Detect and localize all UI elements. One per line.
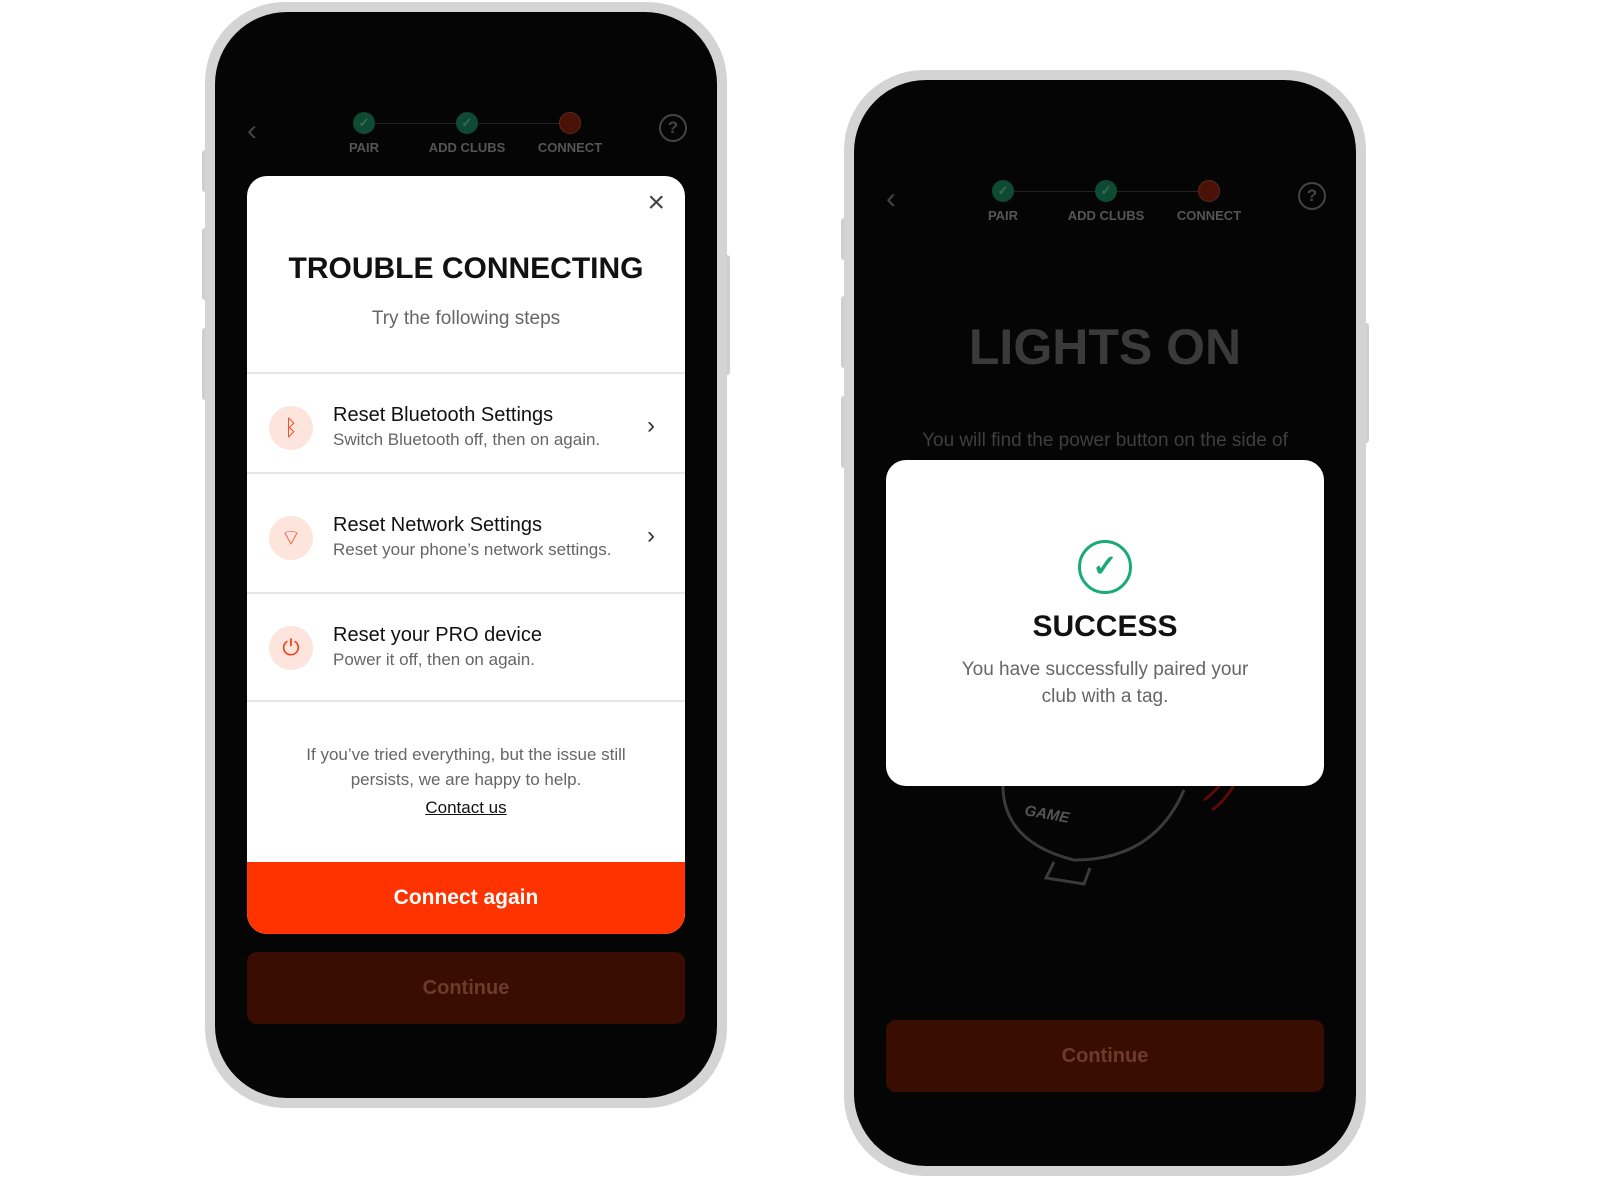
step-pair: ✓ PAIR xyxy=(304,112,424,155)
trouble-modal: × TROUBLE CONNECTING Try the following s… xyxy=(247,176,685,934)
help-icon[interactable]: ? xyxy=(1298,182,1326,210)
step-add-clubs: ✓ ADD CLUBS xyxy=(407,112,527,155)
chevron-right-icon: › xyxy=(647,412,655,439)
modal-subtitle: Try the following steps xyxy=(371,308,561,329)
step-pair: ✓ PAIR xyxy=(943,180,1063,223)
success-message: You have successfully paired your club w… xyxy=(961,659,1249,707)
top-bar: ‹ ✓ PAIR ✓ ADD CLUBS CONNECT ? xyxy=(215,102,717,172)
page-heading: LIGHTS ON xyxy=(968,319,1242,375)
connect-again-button[interactable]: Connect again xyxy=(247,862,685,934)
step-label: PAIR xyxy=(987,208,1019,223)
bluetooth-icon: ᛒ xyxy=(269,406,313,450)
top-bar: ‹ ✓ PAIR ✓ ADD CLUBS CONNECT ? xyxy=(854,170,1356,240)
modal-title: TROUBLE CONNECTING xyxy=(288,252,644,285)
check-icon: ✓ xyxy=(1095,180,1117,202)
item-title: Reset Bluetooth Settings xyxy=(333,404,554,426)
check-icon: ✓ xyxy=(992,180,1014,202)
check-icon: ✓ xyxy=(456,112,478,134)
step-add-clubs: ✓ ADD CLUBS xyxy=(1046,180,1166,223)
step-label: ADD CLUBS xyxy=(428,140,506,155)
list-item-bluetooth[interactable]: ᛒ Reset Bluetooth Settings Switch Blueto… xyxy=(247,372,685,472)
power-icon: ⏻ xyxy=(269,626,313,670)
step-connect: CONNECT xyxy=(1149,180,1269,223)
instruction-text: You will find the power button on the si… xyxy=(922,430,1288,451)
item-subtitle: Power it off, then on again. xyxy=(333,650,535,669)
step-label: PAIR xyxy=(348,140,380,155)
device-label: GAME xyxy=(1023,802,1071,827)
close-icon[interactable]: × xyxy=(647,186,665,220)
step-label: CONNECT xyxy=(1176,208,1242,223)
item-title: Reset your PRO device xyxy=(333,624,542,646)
success-title: SUCCESS xyxy=(1032,610,1178,643)
wifi-icon: ⌔ xyxy=(269,516,313,560)
back-icon[interactable]: ‹ xyxy=(247,114,257,148)
current-step-dot xyxy=(1198,180,1220,202)
continue-button[interactable]: Continue xyxy=(247,952,685,1024)
screen-left: ‹ ✓ PAIR ✓ ADD CLUBS CONNECT ? × TROUBLE C… xyxy=(215,12,717,1098)
current-step-dot xyxy=(559,112,581,134)
continue-button[interactable]: Continue xyxy=(886,1020,1324,1092)
contact-us-link[interactable]: Contact us xyxy=(247,798,685,818)
phone-right: ‹ ✓ PAIR ✓ ADD CLUBS CONNECT ? LIGHTS ON Y… xyxy=(844,70,1366,1176)
screen-right: ‹ ✓ PAIR ✓ ADD CLUBS CONNECT ? LIGHTS ON Y… xyxy=(854,80,1356,1166)
back-icon[interactable]: ‹ xyxy=(886,182,896,216)
success-modal: ✓ SUCCESS You have successfully paired y… xyxy=(886,460,1324,786)
success-check-icon: ✓ xyxy=(1078,540,1132,594)
step-label: ADD CLUBS xyxy=(1067,208,1145,223)
phone-left: ‹ ✓ PAIR ✓ ADD CLUBS CONNECT ? × TROUBLE C… xyxy=(205,2,727,1108)
help-text: If you’ve tried everything, but the issu… xyxy=(306,745,626,789)
step-label: CONNECT xyxy=(537,140,603,155)
check-icon: ✓ xyxy=(353,112,375,134)
help-icon[interactable]: ? xyxy=(659,114,687,142)
step-connect: CONNECT xyxy=(510,112,630,155)
item-title: Reset Network Settings xyxy=(333,514,542,536)
device-illustration: GAME xyxy=(1001,770,1241,886)
list-item-network[interactable]: ⌔ Reset Network Settings Reset your phon… xyxy=(247,472,685,592)
chevron-right-icon: › xyxy=(647,522,655,549)
list-item-device[interactable]: ⏻ Reset your PRO device Power it off, th… xyxy=(247,592,685,702)
item-subtitle: Reset your phone’s network settings. xyxy=(333,540,612,559)
item-subtitle: Switch Bluetooth off, then on again. xyxy=(333,430,601,449)
